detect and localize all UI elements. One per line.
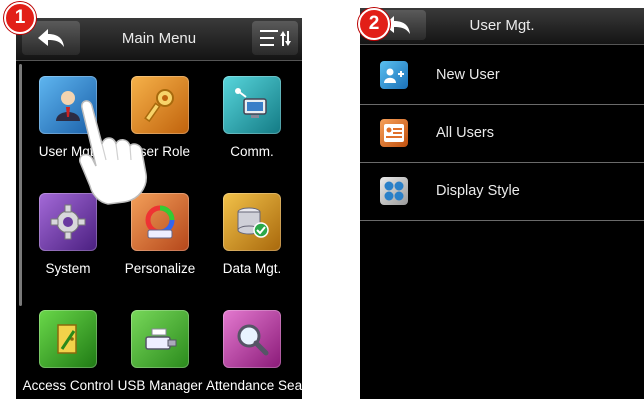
menu-item-label: Access Control: [22, 378, 114, 393]
menu-item-label: Attendance Search: [206, 378, 302, 393]
menu-item-attendance-search[interactable]: Attendance Search: [206, 310, 302, 393]
sort-icon: [260, 30, 291, 46]
list-item-label: All Users: [436, 125, 495, 141]
main-menu-screen: Main Menu User Mgt. User Role Comm. Syst…: [16, 18, 302, 399]
menu-item-label: Personalize: [124, 261, 196, 276]
sort-menu-button[interactable]: [252, 21, 298, 55]
menu-item-access-control[interactable]: Access Control: [22, 310, 114, 393]
search-icon: [223, 310, 281, 368]
menu-item-label: System: [45, 261, 91, 276]
user-list-icon: [380, 119, 408, 147]
usb-icon: [131, 310, 189, 368]
database-icon: [223, 193, 281, 251]
menu-item-label: Data Mgt.: [222, 261, 282, 276]
list-item-label: New User: [436, 67, 500, 83]
tap-hand-icon: [79, 100, 147, 205]
top-bar: User Mgt.: [360, 8, 644, 45]
menu-item-usb-manager[interactable]: USB Manager: [114, 310, 206, 393]
menu-item-data-mgt[interactable]: Data Mgt.: [206, 193, 298, 276]
menu-item-label: USB Manager: [117, 378, 203, 393]
add-user-icon: [380, 61, 408, 89]
top-bar: Main Menu: [16, 18, 302, 61]
door-icon: [39, 310, 97, 368]
step-badge-2: 2: [358, 8, 390, 40]
display-style-icon: [380, 177, 408, 205]
list-item-display-style[interactable]: Display Style: [360, 163, 644, 221]
menu-item-comm[interactable]: Comm.: [206, 76, 298, 159]
network-icon: [223, 76, 281, 134]
list-item-label: Display Style: [436, 183, 520, 199]
step-badge-1: 1: [4, 2, 36, 34]
user-mgt-screen: User Mgt. New User All Users Display Sty…: [360, 8, 644, 399]
list-item-all-users[interactable]: All Users: [360, 105, 644, 163]
list-item-new-user[interactable]: New User: [360, 47, 644, 105]
back-arrow-icon: [38, 29, 64, 47]
menu-item-label: Comm.: [230, 144, 274, 159]
